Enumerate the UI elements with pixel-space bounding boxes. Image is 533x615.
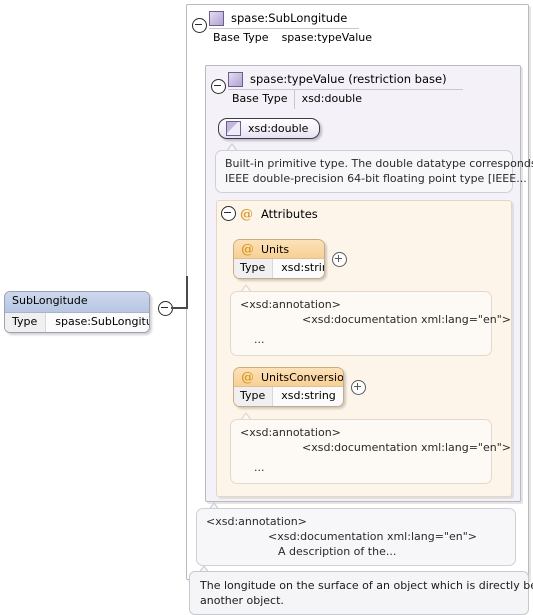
at-sign-icon: @ xyxy=(241,241,254,257)
attribute-unitsconversion-type-key: Type xyxy=(234,387,274,406)
complex-type-icon xyxy=(228,71,243,87)
type-annotation: <xsd:annotation> <xsd:documentation xml:… xyxy=(196,508,516,566)
base-type-documentation: Built-in primitive type. The double data… xyxy=(215,150,533,193)
attribute-units-header: @ Units xyxy=(234,240,324,259)
units-annotation-line-2: <xsd:documentation xml:lang="en"> xyxy=(302,313,511,326)
attribute-units-annotation: <xsd:annotation> <xsd:documentation xml:… xyxy=(230,291,511,356)
attribute-unitsconversion-annotation: <xsd:annotation> <xsd:documentation xml:… xyxy=(230,419,511,484)
restriction-title: spase:typeValue (restriction base) xyxy=(250,72,447,86)
outer-type-basetype-row: Base Type spase:typeValue xyxy=(209,28,372,48)
collapse-minus-icon[interactable] xyxy=(221,206,236,221)
restriction-basetype-key: Base Type xyxy=(232,92,288,105)
type-annotation-line-3: A description of the... xyxy=(278,545,397,558)
outer-type-collapse-toggle[interactable] xyxy=(192,18,207,33)
description-line-2: another object. xyxy=(200,594,284,607)
attributes-header-row: @ Attributes xyxy=(217,204,511,224)
at-sign-icon: @ xyxy=(241,369,254,385)
connector-vertical xyxy=(186,276,188,308)
collapse-minus-icon[interactable] xyxy=(192,18,207,33)
units-annotation-line-3: ... xyxy=(254,333,265,346)
attribute-units-type-key: Type xyxy=(234,259,274,278)
base-type-capsule[interactable]: xsd:double xyxy=(218,118,321,139)
at-sign-icon: @ xyxy=(240,206,253,222)
units-annotation-line-1: <xsd:annotation> xyxy=(240,298,341,311)
attributes-collapse-toggle[interactable] xyxy=(221,206,236,221)
expand-plus-icon[interactable] xyxy=(351,380,366,395)
restriction-basetype-row: Base Type xsd:double xyxy=(228,89,463,109)
attribute-units-type-value: xsd:string xyxy=(281,261,324,274)
expand-plus-icon[interactable] xyxy=(332,252,347,267)
complex-type-icon xyxy=(209,10,224,26)
outer-type-basetype-key: Base Type xyxy=(213,31,269,44)
restriction-collapse-toggle[interactable] xyxy=(211,79,226,94)
outer-type-basetype-value: spase:typeValue xyxy=(281,31,373,44)
restriction-basetype-value: xsd:double xyxy=(301,92,362,105)
base-type-capsule-label: xsd:double xyxy=(248,122,309,135)
outer-type-title: spase:SubLongitude xyxy=(231,11,348,25)
type-annotation-line-2: <xsd:documentation xml:lang="en"> xyxy=(268,530,477,543)
unitsconversion-annotation-line-3: ... xyxy=(254,461,265,474)
element-box-sublongitude[interactable]: SubLongitude Type spase:SubLongitude xyxy=(4,291,150,333)
attribute-units-expand-toggle[interactable] xyxy=(332,252,347,267)
attribute-box-units[interactable]: @ Units Type xsd:string xyxy=(233,239,325,279)
base-doc-line-2: IEEE double-precision 64-bit floating po… xyxy=(225,172,527,185)
unitsconversion-annotation-line-1: <xsd:annotation> xyxy=(240,426,341,439)
outer-type-title-row: spase:SubLongitude xyxy=(187,8,528,28)
collapse-minus-icon[interactable] xyxy=(211,79,226,94)
element-box-type-key: Type xyxy=(5,313,47,332)
attribute-unitsconversion-name: UnitsConversion xyxy=(261,370,344,384)
description-line-1: The longitude on the surface of an objec… xyxy=(200,579,533,592)
base-doc-line-1: Built-in primitive type. The double data… xyxy=(225,157,533,170)
attribute-box-unitsconversion[interactable]: @ UnitsConversion Type xsd:string xyxy=(233,367,344,407)
builtin-type-icon xyxy=(226,121,241,136)
type-annotation-line-1: <xsd:annotation> xyxy=(206,515,307,528)
attribute-unitsconversion-expand-toggle[interactable] xyxy=(351,380,366,395)
attribute-unitsconversion-type-value: xsd:string xyxy=(281,389,336,402)
element-box-type-value: spase:SubLongitude xyxy=(55,315,149,328)
restriction-title-row: spase:typeValue (restriction base) xyxy=(206,69,520,89)
attribute-unitsconversion-type-row: Type xsd:string xyxy=(234,387,343,406)
element-description: The longitude on the surface of an objec… xyxy=(189,571,533,615)
attribute-unitsconversion-header: @ UnitsConversion xyxy=(234,368,343,387)
element-box-name: SubLongitude xyxy=(5,292,149,313)
unitsconversion-annotation-line-2: <xsd:documentation xml:lang="en"> xyxy=(302,441,511,454)
attribute-units-type-row: Type xsd:string xyxy=(234,259,324,278)
attribute-units-name: Units xyxy=(261,242,290,256)
attributes-header-label: Attributes xyxy=(261,207,318,221)
element-box-type-row: Type spase:SubLongitude xyxy=(5,313,149,332)
